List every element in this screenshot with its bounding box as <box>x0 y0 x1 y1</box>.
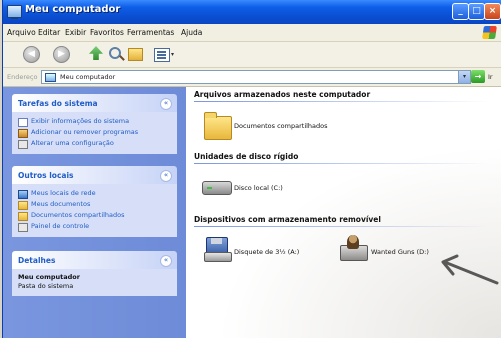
group-title-removable: Dispositivos com armazenamento removível <box>194 215 381 224</box>
address-input[interactable]: Meu computador <box>41 70 461 84</box>
close-button[interactable]: × <box>484 3 501 20</box>
annotation-arrow-icon <box>441 254 499 285</box>
minimize-button[interactable]: _ <box>452 3 469 20</box>
computer-icon <box>7 5 22 19</box>
menu-ferramentas[interactable]: Ferramentas <box>127 28 174 37</box>
place-shared-documents[interactable]: Documentos compartilhados <box>18 210 171 221</box>
folders-icon[interactable] <box>128 48 143 61</box>
address-value: Meu computador <box>60 73 116 81</box>
explorer-window: Meu computador _ □ × Arquivo Editar Exib… <box>3 0 501 338</box>
back-button[interactable]: ◀ <box>23 46 40 63</box>
group-title-stored-files: Arquivos armazenados neste computador <box>194 90 371 99</box>
folder-icon <box>204 112 232 140</box>
search-icon[interactable] <box>109 47 121 59</box>
place-my-documents[interactable]: Meus documentos <box>18 199 171 210</box>
item-label: Disco local (C:) <box>234 184 283 192</box>
network-places-icon <box>18 190 28 199</box>
up-folder-icon[interactable] <box>89 46 103 60</box>
collapse-chevron-icon[interactable]: « <box>160 255 172 267</box>
maximize-button[interactable]: □ <box>468 3 485 20</box>
title-bar[interactable]: Meu computador _ □ × <box>3 0 501 24</box>
my-documents-icon <box>18 201 28 210</box>
window-title: Meu computador <box>25 4 121 15</box>
views-dropdown-icon[interactable]: ▾ <box>171 51 174 58</box>
task-pane: Tarefas do sistema « Exibir informações … <box>3 87 186 338</box>
place-control-panel[interactable]: Painel de controle <box>18 221 171 232</box>
removable-drive-icon <box>338 235 368 261</box>
other-places-header[interactable]: Outros locais « <box>12 166 177 184</box>
menu-editar[interactable]: Editar <box>38 28 60 37</box>
task-view-system-info[interactable]: Exibir informações do sistema <box>18 116 171 127</box>
item-local-disk-c[interactable]: Disco local (C:) <box>202 177 312 199</box>
go-label[interactable]: Ir <box>488 73 493 81</box>
hard-disk-icon <box>202 181 232 195</box>
item-shared-documents[interactable]: Documentos compartilhados <box>204 111 344 140</box>
section-title: Detalhes <box>18 256 56 265</box>
task-label: Alterar uma configuração <box>31 139 114 147</box>
place-label: Documentos compartilhados <box>31 211 125 219</box>
details-header[interactable]: Detalhes « <box>12 251 177 269</box>
item-label: Wanted Guns (D:) <box>371 248 429 256</box>
floppy-drive-icon <box>204 237 232 262</box>
collapse-chevron-icon[interactable]: « <box>160 170 172 182</box>
go-button[interactable]: → <box>471 70 485 83</box>
group-divider <box>194 163 489 164</box>
details-section: Detalhes « Meu computador Pasta do siste… <box>12 251 177 296</box>
address-label: Endereço <box>7 73 38 81</box>
details-description: Pasta do sistema <box>18 282 74 290</box>
views-icon[interactable] <box>154 48 170 62</box>
collapse-chevron-icon[interactable]: « <box>160 98 172 110</box>
control-panel-icon <box>18 223 28 232</box>
task-label: Adicionar ou remover programas <box>31 128 139 136</box>
toolbar: ◀ ▶ ▾ <box>3 42 501 68</box>
task-change-setting[interactable]: Alterar uma configuração <box>18 138 171 149</box>
file-list-pane: Arquivos armazenados neste computador Do… <box>186 87 501 338</box>
menu-ajuda[interactable]: Ajuda <box>181 28 202 37</box>
item-floppy-a[interactable]: Disquete de 3½ (A:) <box>204 237 324 265</box>
place-label: Meus documentos <box>31 200 91 208</box>
details-name: Meu computador <box>18 273 80 281</box>
menu-favoritos[interactable]: Favoritos <box>90 28 124 37</box>
section-title: Outros locais <box>18 171 74 180</box>
place-label: Meus locais de rede <box>31 189 96 197</box>
windows-logo-icon <box>482 26 497 39</box>
group-title-hard-disks: Unidades de disco rígido <box>194 152 299 161</box>
forward-button[interactable]: ▶ <box>53 46 70 63</box>
place-network[interactable]: Meus locais de rede <box>18 188 171 199</box>
menu-arquivo[interactable]: Arquivo <box>7 28 36 37</box>
system-tasks-header[interactable]: Tarefas do sistema « <box>12 94 177 112</box>
computer-icon <box>45 73 56 82</box>
group-divider <box>194 226 489 227</box>
system-info-icon <box>18 118 28 127</box>
task-add-remove-programs[interactable]: Adicionar ou remover programas <box>18 127 171 138</box>
address-dropdown-icon[interactable]: ▾ <box>458 70 471 84</box>
add-remove-programs-icon <box>18 129 28 138</box>
control-panel-icon <box>18 140 28 149</box>
section-title: Tarefas do sistema <box>18 99 98 108</box>
item-label: Documentos compartilhados <box>234 122 328 130</box>
menu-exibir[interactable]: Exibir <box>65 28 86 37</box>
group-divider <box>194 101 489 102</box>
menu-bar: Arquivo Editar Exibir Favoritos Ferramen… <box>3 24 501 42</box>
place-label: Painel de controle <box>31 222 90 230</box>
address-bar: Endereço Meu computador ▾ → Ir <box>3 68 501 87</box>
shared-folder-icon <box>18 212 28 221</box>
task-label: Exibir informações do sistema <box>31 117 130 125</box>
other-places-section: Outros locais « Meus locais de rede Meus… <box>12 166 177 237</box>
item-label: Disquete de 3½ (A:) <box>234 248 300 256</box>
system-tasks-section: Tarefas do sistema « Exibir informações … <box>12 94 177 154</box>
